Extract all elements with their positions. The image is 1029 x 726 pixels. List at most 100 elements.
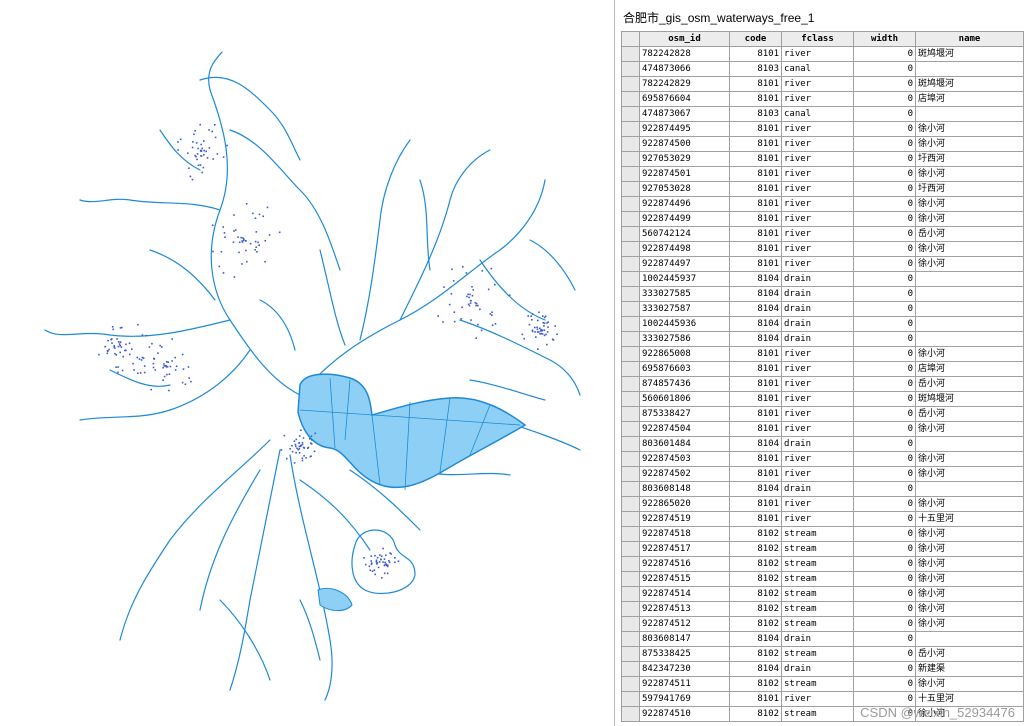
- row-selector[interactable]: [621, 256, 640, 272]
- table-row[interactable]: 560742124 8101 river 0 岳小河: [621, 226, 1024, 242]
- table-row[interactable]: 922874500 8101 river 0 徐小河: [621, 136, 1024, 152]
- table-row[interactable]: 803608147 8104 drain 0: [621, 631, 1024, 647]
- row-selector[interactable]: [621, 496, 640, 512]
- row-selector[interactable]: [621, 556, 640, 572]
- table-row[interactable]: 782242829 8101 river 0 斑鸠堰河: [621, 76, 1024, 92]
- row-selector[interactable]: [621, 226, 640, 242]
- row-selector[interactable]: [621, 106, 640, 122]
- row-selector[interactable]: [621, 151, 640, 167]
- table-row[interactable]: 803608148 8104 drain 0: [621, 481, 1024, 497]
- row-selector[interactable]: [621, 76, 640, 92]
- row-selector[interactable]: [621, 316, 640, 332]
- table-row[interactable]: 922874517 8102 stream 0 徐小河: [621, 541, 1024, 557]
- row-selector[interactable]: [621, 241, 640, 257]
- table-row[interactable]: 474873066 8103 canal 0: [621, 61, 1024, 77]
- row-selector[interactable]: [621, 406, 640, 422]
- table-row[interactable]: 922874499 8101 river 0 徐小河: [621, 211, 1024, 227]
- row-selector[interactable]: [621, 166, 640, 182]
- table-row[interactable]: 875338425 8102 stream 0 岳小河: [621, 646, 1024, 662]
- row-selector[interactable]: [621, 421, 640, 437]
- row-selector-header[interactable]: [621, 31, 640, 47]
- table-row[interactable]: 874857436 8101 river 0 岳小河: [621, 376, 1024, 392]
- table-row[interactable]: 1002445937 8104 drain 0: [621, 271, 1024, 287]
- row-selector[interactable]: [621, 436, 640, 452]
- column-header-osm-id[interactable]: osm_id: [639, 31, 730, 47]
- table-row[interactable]: 842347230 8104 drain 0 新建渠: [621, 661, 1024, 677]
- row-selector[interactable]: [621, 91, 640, 107]
- table-row[interactable]: 560601806 8101 river 0 斑鸠堰河: [621, 391, 1024, 407]
- row-selector[interactable]: [621, 376, 640, 392]
- row-selector[interactable]: [621, 466, 640, 482]
- table-row[interactable]: 474873067 8103 canal 0: [621, 106, 1024, 122]
- table-row[interactable]: 875338427 8101 river 0 岳小河: [621, 406, 1024, 422]
- table-row[interactable]: 782242828 8101 river 0 斑鸠堰河: [621, 46, 1024, 62]
- pond-dot: [191, 146, 194, 149]
- row-selector[interactable]: [621, 631, 640, 647]
- row-selector[interactable]: [621, 46, 640, 62]
- table-row[interactable]: 922874502 8101 river 0 徐小河: [621, 466, 1024, 482]
- table-row[interactable]: 803601484 8104 drain 0: [621, 436, 1024, 452]
- row-selector[interactable]: [621, 571, 640, 587]
- table-row[interactable]: 922874515 8102 stream 0 徐小河: [621, 571, 1024, 587]
- column-header-fclass[interactable]: fclass: [781, 31, 854, 47]
- row-selector[interactable]: [621, 601, 640, 617]
- column-header-name[interactable]: name: [915, 31, 1024, 47]
- row-selector[interactable]: [621, 346, 640, 362]
- table-row[interactable]: 927053029 8101 river 0 圩西河: [621, 151, 1024, 167]
- row-selector[interactable]: [621, 676, 640, 692]
- row-selector[interactable]: [621, 526, 640, 542]
- table-row[interactable]: 922874513 8102 stream 0 徐小河: [621, 601, 1024, 617]
- row-selector[interactable]: [621, 586, 640, 602]
- row-selector[interactable]: [621, 541, 640, 557]
- table-row[interactable]: 927053028 8101 river 0 圩西河: [621, 181, 1024, 197]
- map-canvas[interactable]: [0, 0, 612, 726]
- table-row[interactable]: 922874514 8102 stream 0 徐小河: [621, 586, 1024, 602]
- row-selector[interactable]: [621, 211, 640, 227]
- row-selector[interactable]: [621, 616, 640, 632]
- table-row[interactable]: 922874518 8102 stream 0 徐小河: [621, 526, 1024, 542]
- row-selector[interactable]: [621, 136, 640, 152]
- row-selector[interactable]: [621, 646, 640, 662]
- table-row[interactable]: 333027587 8104 drain 0: [621, 301, 1024, 317]
- row-selector[interactable]: [621, 181, 640, 197]
- row-selector[interactable]: [621, 361, 640, 377]
- row-selector[interactable]: [621, 271, 640, 287]
- row-selector[interactable]: [621, 661, 640, 677]
- table-row[interactable]: 922874501 8101 river 0 徐小河: [621, 166, 1024, 182]
- table-row[interactable]: 1002445936 8104 drain 0: [621, 316, 1024, 332]
- table-row[interactable]: 695876604 8101 river 0 店埠河: [621, 91, 1024, 107]
- table-row[interactable]: 922874512 8102 stream 0 徐小河: [621, 616, 1024, 632]
- table-row[interactable]: 333027585 8104 drain 0: [621, 286, 1024, 302]
- row-selector[interactable]: [621, 286, 640, 302]
- table-row[interactable]: 333027586 8104 drain 0: [621, 331, 1024, 347]
- row-selector[interactable]: [621, 451, 640, 467]
- row-selector[interactable]: [621, 691, 640, 707]
- column-header-width[interactable]: width: [853, 31, 916, 47]
- row-selector[interactable]: [621, 121, 640, 137]
- row-selector[interactable]: [621, 391, 640, 407]
- table-row[interactable]: 922865020 8101 river 0 徐小河: [621, 496, 1024, 512]
- row-selector[interactable]: [621, 61, 640, 77]
- row-selector[interactable]: [621, 331, 640, 347]
- table-row[interactable]: 922874519 8101 river 0 十五里河: [621, 511, 1024, 527]
- row-selector[interactable]: [621, 511, 640, 527]
- pond-dot: [386, 564, 389, 566]
- row-selector[interactable]: [621, 196, 640, 212]
- pond-dot: [294, 443, 297, 446]
- table-row[interactable]: 922874498 8101 river 0 徐小河: [621, 241, 1024, 257]
- table-row[interactable]: 695876603 8101 river 0 店埠河: [621, 361, 1024, 377]
- attribute-grid[interactable]: osm_id code fclass width name 782242828 8101 r…: [621, 31, 1029, 722]
- table-row[interactable]: 922874503 8101 river 0 徐小河: [621, 451, 1024, 467]
- pond-dot: [535, 336, 537, 338]
- table-row[interactable]: 922874504 8101 river 0 徐小河: [621, 421, 1024, 437]
- table-row[interactable]: 922874497 8101 river 0 徐小河: [621, 256, 1024, 272]
- table-row[interactable]: 922865008 8101 river 0 徐小河: [621, 346, 1024, 362]
- table-row[interactable]: 922874516 8102 stream 0 徐小河: [621, 556, 1024, 572]
- column-header-code[interactable]: code: [729, 31, 782, 47]
- table-row[interactable]: 922874511 8102 stream 0 徐小河: [621, 676, 1024, 692]
- table-row[interactable]: 922874496 8101 river 0 徐小河: [621, 196, 1024, 212]
- table-row[interactable]: 922874495 8101 river 0 徐小河: [621, 121, 1024, 137]
- row-selector[interactable]: [621, 481, 640, 497]
- row-selector[interactable]: [621, 706, 640, 722]
- row-selector[interactable]: [621, 301, 640, 317]
